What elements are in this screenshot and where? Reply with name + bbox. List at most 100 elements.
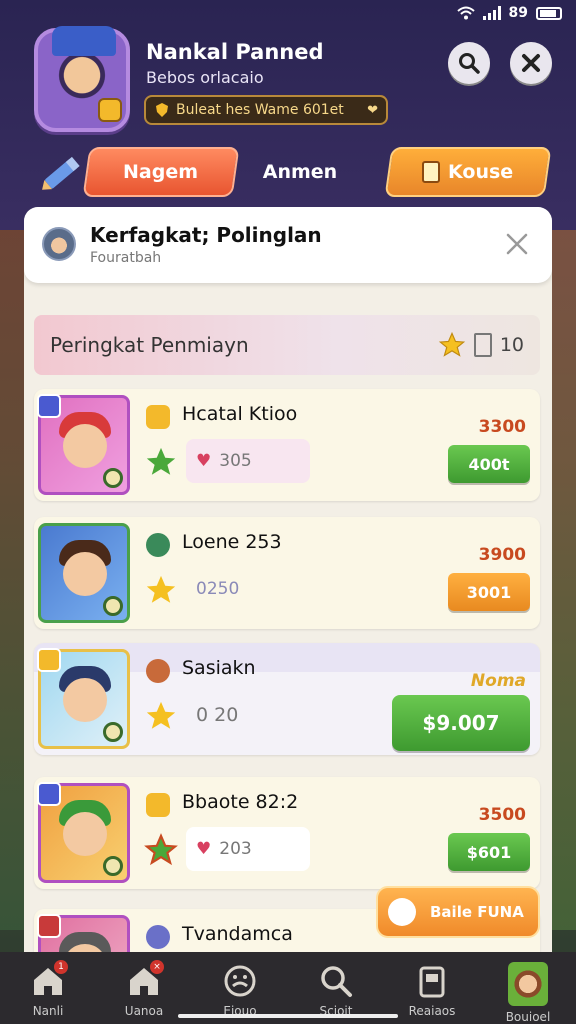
level-pill[interactable]: Buleat hes Wame 601et ❤ (144, 95, 388, 125)
document-icon (473, 333, 492, 357)
rank-icon (146, 533, 170, 557)
action-button[interactable]: 400t (448, 445, 530, 483)
section-count: 10 (499, 334, 524, 356)
star-icon (146, 575, 176, 603)
rank-icon (146, 925, 170, 949)
shield-icon (156, 103, 168, 117)
star-icon (146, 701, 176, 729)
signal-icon (482, 6, 501, 20)
nav-item-profile[interactable]: Bouioel (480, 952, 576, 1024)
close-icon (522, 54, 540, 72)
star-icon (438, 331, 465, 357)
nav-item-home-2[interactable]: × Uanoa (96, 952, 192, 1024)
tab-anmen[interactable]: Anmen (250, 147, 350, 197)
close-icon[interactable] (504, 231, 530, 257)
section-banner: Peringkat Penmiayn 10 (34, 315, 540, 375)
close-button[interactable] (510, 42, 552, 84)
profile-header: Nankal Panned Bebos orlacaio Buleat hes … (0, 24, 576, 134)
leaderboard-row[interactable]: Hcatal Ktioo ♥ 305 3300 400t (34, 389, 540, 501)
player-subtitle: Bebos orlacaio (146, 68, 264, 87)
player-name: Tvandamca (182, 923, 293, 945)
coin-icon (103, 468, 123, 488)
player-avatar[interactable] (34, 26, 130, 132)
tab-nagem[interactable]: Nagem (82, 147, 240, 197)
promo-button[interactable]: Baile FUNA (376, 886, 540, 938)
panel-subtitle: Fouratbah (90, 250, 162, 266)
tab-bar: Nagem Anmen Kouse (0, 144, 576, 198)
coin-icon (103, 722, 123, 742)
tab-label: Kouse (448, 161, 514, 183)
nav-label: Nanli (32, 1004, 64, 1018)
face (63, 424, 107, 468)
coin-icon (103, 596, 123, 616)
stat-pill: ♥ 305 (186, 439, 310, 483)
archive-icon (419, 966, 445, 998)
home-indicator[interactable] (178, 1014, 398, 1018)
stat-value: 305 (219, 451, 252, 471)
search-button[interactable] (448, 42, 490, 84)
background-right (548, 230, 576, 930)
avatar (42, 227, 76, 261)
stat-pill: 0 20 (186, 693, 310, 737)
rank-icon (146, 659, 170, 683)
panel-header: Kerfagkat; Polinglan Fouratbah (24, 207, 552, 283)
bag-icon (422, 161, 441, 183)
tab-kouse[interactable]: Kouse (384, 147, 552, 197)
face (63, 812, 107, 856)
tab-label: Anmen (262, 161, 338, 183)
player-portrait (37, 782, 130, 883)
rank-badge-icon (37, 782, 61, 806)
star-icon (144, 833, 178, 866)
stat-value: 203 (219, 839, 252, 859)
chevron-down-icon: ❤ (367, 102, 378, 118)
face (63, 552, 107, 596)
promo-label: Baile FUNA (430, 903, 524, 921)
player-name: Bbaote 82:2 (182, 791, 299, 813)
action-button[interactable]: $9.007 (392, 695, 530, 751)
tab-label: Nagem (123, 161, 199, 183)
face-icon (224, 965, 256, 997)
nav-item-archive[interactable]: Reaiaos (384, 952, 480, 1024)
player-name: Hcatal Ktioo (182, 403, 298, 425)
avatar (508, 962, 548, 1006)
notification-badge: × (150, 960, 164, 974)
leaderboard-row[interactable]: Loene 253 0250 3900 3001 (34, 517, 540, 629)
stat-pill: 0250 (186, 567, 310, 611)
rank-badge-icon (37, 914, 61, 938)
badge-icon (98, 98, 122, 122)
pencil-icon (42, 156, 80, 190)
leaderboard-row[interactable]: Sasiakn 0 20 Noma $9.007 (34, 643, 540, 755)
player-portrait (37, 648, 130, 749)
player-name: Sasiakn (182, 657, 256, 679)
rank-badge-icon (37, 394, 61, 418)
nav-label: Uanoa (124, 1004, 164, 1018)
stat-value: 0 20 (196, 704, 239, 726)
heart-icon: ♥ (196, 839, 212, 859)
player-portrait (38, 523, 130, 623)
nav-label: Bouioel (505, 1010, 551, 1024)
notification-badge: 1 (54, 960, 68, 974)
status-bar: 89 (456, 0, 562, 26)
score: 3300 (478, 417, 526, 437)
rank-icon (146, 405, 170, 429)
section-title: Peringkat Penmiayn (50, 333, 249, 357)
face (63, 678, 107, 722)
rank-badge-icon (37, 648, 61, 672)
panel-title: Kerfagkat; Polinglan (90, 223, 322, 247)
score: 3900 (478, 545, 526, 565)
nav-item-home[interactable]: 1 Nanli (0, 952, 96, 1024)
battery-level: 89 (508, 5, 528, 21)
hat-icon (52, 26, 116, 56)
search-icon (459, 53, 480, 74)
bird-icon (388, 898, 416, 926)
player-name: Loene 253 (182, 531, 282, 553)
rank-icon (146, 793, 170, 817)
stat-value: 0250 (196, 579, 240, 599)
search-icon (321, 966, 352, 997)
action-button[interactable]: $601 (448, 833, 530, 871)
score: 3500 (478, 805, 526, 825)
leaderboard-row[interactable]: Bbaote 82:2 ♥ 203 3500 $601 (34, 777, 540, 889)
heart-icon: ♥ (196, 451, 212, 471)
score: Noma (470, 671, 526, 691)
action-button[interactable]: 3001 (448, 573, 530, 611)
